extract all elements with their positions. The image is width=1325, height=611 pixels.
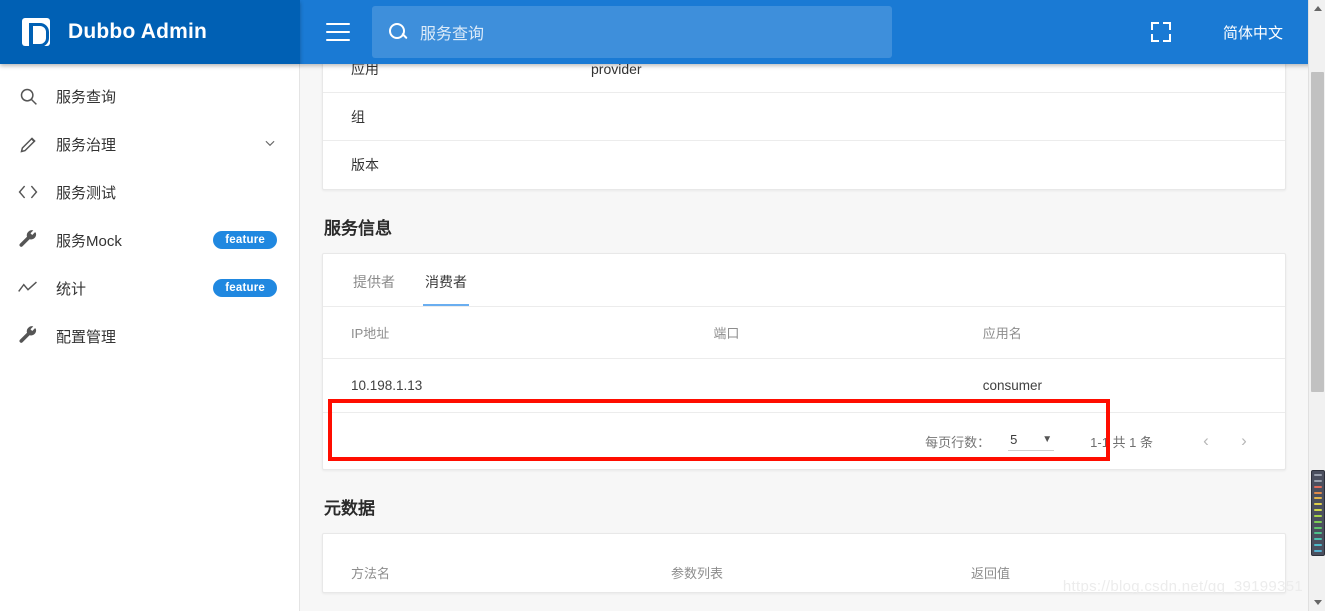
sidebar-item-service-test[interactable]: 服务测试 — [0, 168, 299, 216]
column-header-method: 方法名 — [351, 566, 391, 581]
cell-app: consumer — [982, 378, 1043, 393]
service-info-card: 提供者 消费者 IP地址 端口 应用名 10.198.1.13 consumer… — [322, 253, 1286, 470]
column-header-params: 参数列表 — [671, 566, 724, 581]
sidebar-item-service-governance[interactable]: 服务治理 — [0, 120, 299, 168]
top-bar: 服务查询 简体中文 — [300, 0, 1325, 64]
topbar-actions: 简体中文 — [1150, 22, 1325, 43]
row-key: 版本 — [351, 157, 379, 173]
prev-page-button[interactable]: ‹ — [1187, 431, 1225, 451]
cell-ip: 10.198.1.13 — [351, 378, 423, 393]
sidebar-item-label: 统计 — [56, 280, 87, 298]
language-switcher[interactable]: 简体中文 — [1223, 22, 1283, 43]
page-scrollbar[interactable] — [1308, 0, 1325, 611]
scroll-down-arrow-icon[interactable] — [1309, 594, 1325, 611]
sidebar: 服务查询 服务治理 服务测试 服务Mock feature 统计 feature… — [0, 64, 300, 611]
metadata-title: 元数据 — [324, 499, 375, 518]
tab-consumers[interactable]: 消费者 — [423, 266, 469, 306]
table-row: 组 — [323, 93, 1285, 141]
pencil-icon — [0, 134, 56, 155]
hamburger-menu-icon[interactable] — [326, 23, 350, 41]
main-content: 应用 provider 组 版本 服务信息 提供者 消费者 IP地址 端口 应用 — [300, 64, 1308, 611]
tab-providers[interactable]: 提供者 — [351, 266, 397, 306]
app-root: Dubbo Admin 服务查询 简体中文 服务查询 服务治理 服务测试 服务M… — [0, 0, 1325, 611]
search-icon — [388, 22, 408, 42]
sidebar-item-label: 服务治理 — [56, 136, 117, 154]
table-row: 应用 provider — [323, 64, 1285, 93]
fullscreen-icon[interactable] — [1150, 22, 1171, 42]
column-header-ip: IP地址 — [351, 326, 390, 341]
sidebar-item-service-mock[interactable]: 服务Mock feature — [0, 216, 299, 264]
rows-per-page-value: 5 — [1010, 431, 1018, 447]
rows-per-page-label: 每页行数： — [925, 434, 991, 450]
sidebar-item-label: 配置管理 — [56, 328, 117, 346]
service-info-tabs: 提供者 消费者 — [323, 254, 1285, 307]
search-icon — [0, 86, 56, 107]
sidebar-item-label: 服务Mock — [56, 232, 122, 250]
status-badge: feature — [213, 279, 277, 297]
table-row[interactable]: 10.198.1.13 consumer — [323, 359, 1285, 413]
watermark: https://blog.csdn.net/qq_39199351 — [1062, 578, 1303, 595]
chevron-down-icon[interactable] — [263, 136, 277, 153]
sidebar-item-label: 服务测试 — [56, 184, 117, 202]
wrench-icon — [0, 229, 56, 251]
column-header-app: 应用名 — [982, 326, 1022, 341]
search-input-placeholder: 服务查询 — [420, 26, 485, 43]
chevron-down-icon: ▼ — [1042, 433, 1053, 445]
column-header-port: 端口 — [713, 326, 740, 341]
line-chart-icon — [0, 279, 56, 297]
sidebar-item-label: 服务查询 — [56, 88, 117, 106]
sidebar-item-service-query[interactable]: 服务查询 — [0, 72, 299, 120]
code-brackets-icon — [0, 182, 56, 202]
app-title: Dubbo Admin — [68, 20, 208, 43]
row-key: 应用 — [351, 64, 379, 77]
equalizer-widget-icon[interactable] — [1311, 470, 1325, 556]
row-value: provider — [591, 64, 642, 77]
scrollbar-thumb[interactable] — [1311, 72, 1324, 392]
dubbo-logo-icon — [22, 18, 50, 47]
scroll-up-arrow-icon[interactable] — [1309, 0, 1325, 17]
next-page-button[interactable]: › — [1225, 431, 1263, 451]
wrench-icon — [0, 325, 56, 347]
row-key: 组 — [351, 108, 365, 125]
search-input[interactable]: 服务查询 — [372, 6, 892, 58]
sidebar-item-config-management[interactable]: 配置管理 — [0, 312, 299, 360]
rows-per-page-select[interactable]: 5 ▼ — [1008, 431, 1055, 451]
table-row: 版本 — [323, 141, 1285, 189]
pagination: 每页行数： 5 ▼ 1-1 共 1 条 ‹ › — [323, 413, 1285, 469]
status-badge: feature — [213, 231, 277, 249]
page-title: 服务信息 — [324, 219, 392, 238]
brand-bar: Dubbo Admin — [0, 0, 300, 64]
service-detail-table: 应用 provider 组 版本 — [322, 64, 1286, 190]
pagination-range: 1-1 共 1 条 — [1090, 434, 1153, 450]
table-header: IP地址 端口 应用名 — [323, 307, 1285, 359]
sidebar-item-statistics[interactable]: 统计 feature — [0, 264, 299, 312]
